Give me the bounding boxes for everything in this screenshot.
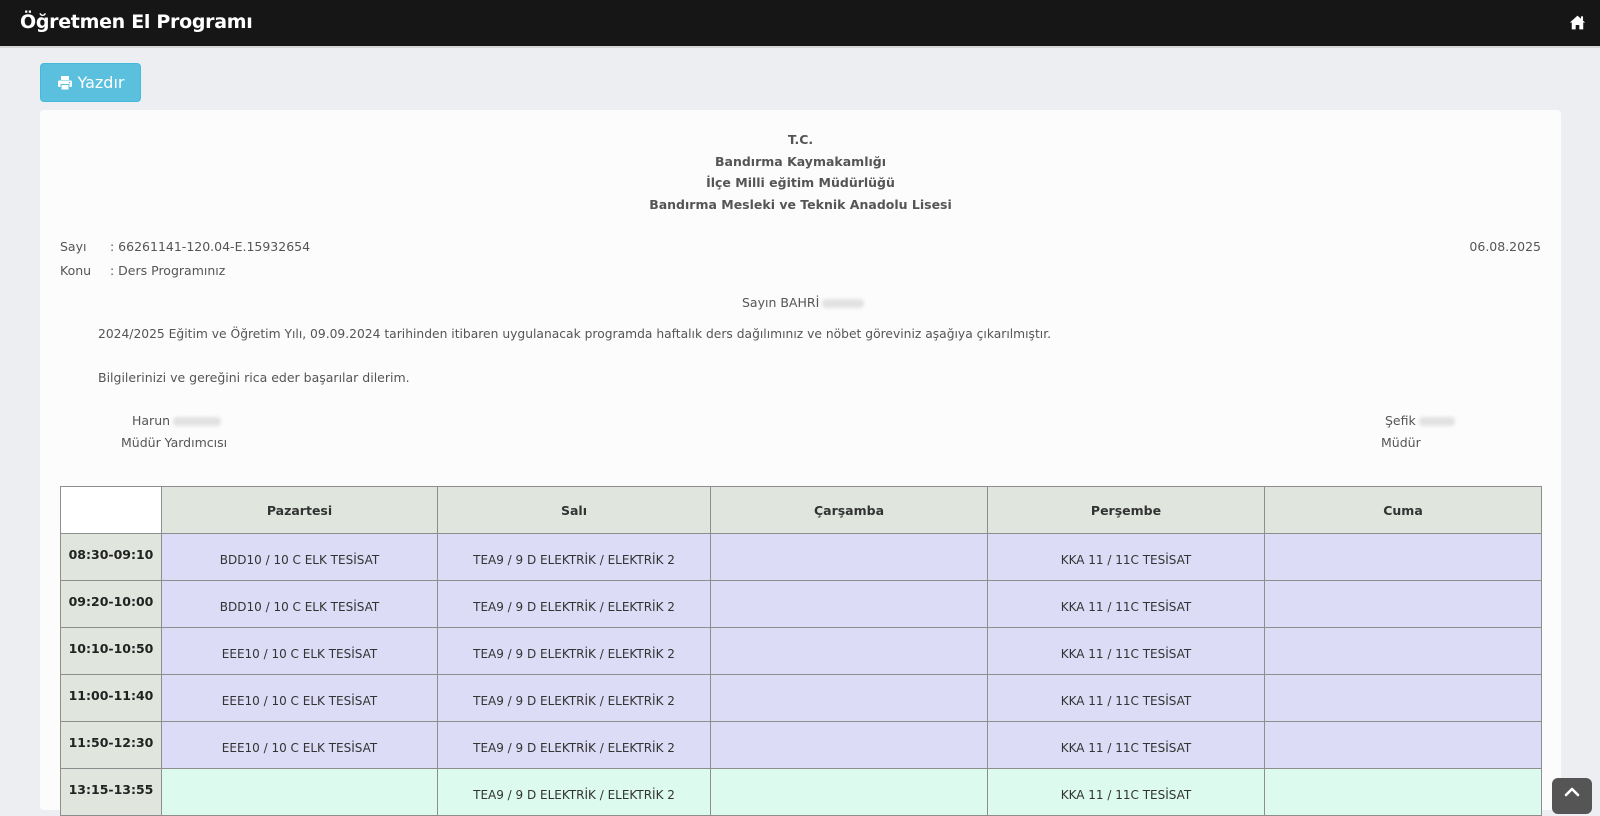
time-slot: 11:50-12:30 [60,721,162,769]
heading-line-2: Bandırma Kaymakamlığı [715,154,886,169]
home-icon[interactable] [1569,14,1586,31]
konu-label: Konu [60,263,92,278]
lesson-cell: KKA 11 / 11C TESİSAT [987,768,1265,816]
print-icon [57,75,72,90]
day-header: Çarşamba [710,486,988,534]
lesson-cell [1264,674,1542,722]
schedule-row: 08:30-09:10 BDD10 / 10 C ELK TESİSAT TEA… [60,533,1542,581]
lesson-cell [1264,627,1542,675]
signer-right-name: Şefik [1385,413,1455,428]
lesson-cell: EEE10 / 10 C ELK TESİSAT [161,627,438,675]
lesson-cell [710,580,988,628]
lesson-cell [1264,533,1542,581]
heading-line-1: T.C. [787,132,814,147]
print-button-label: Yazdır [77,73,125,92]
schedule-row: 09:20-10:00 BDD10 / 10 C ELK TESİSAT TEA… [60,580,1542,628]
redacted-surname [1418,417,1455,426]
lesson-cell [710,768,988,816]
chevron-up-icon [1564,787,1580,797]
lesson-cell: EEE10 / 10 C ELK TESİSAT [161,721,438,769]
lesson-cell [1264,768,1542,816]
top-navbar: Öğretmen El Programı [0,0,1600,48]
time-slot: 13:15-13:55 [60,768,162,816]
heading-line-3: İlçe Milli eğitim Müdürlüğü [706,175,895,190]
signer-right-name-text: Şefik [1385,413,1416,428]
day-header: Pazartesi [161,486,438,534]
schedule-row: 11:00-11:40 EEE10 / 10 C ELK TESİSAT TEA… [60,674,1542,722]
letter-date: 06.08.2025 [1469,239,1541,254]
time-slot: 10:10-10:50 [60,627,162,675]
corner-cell [60,486,162,534]
lesson-cell: TEA9 / 9 D ELEKTRİK / ELEKTRİK 2 [437,721,711,769]
day-header: Perşembe [987,486,1265,534]
time-slot: 08:30-09:10 [60,533,162,581]
schedule-row: 13:15-13:55 TEA9 / 9 D ELEKTRİK / ELEKTR… [60,768,1542,816]
lesson-cell [710,674,988,722]
time-slot: 11:00-11:40 [60,674,162,722]
lesson-cell: TEA9 / 9 D ELEKTRİK / ELEKTRİK 2 [437,580,711,628]
lesson-cell [1264,580,1542,628]
day-header: Cuma [1264,486,1542,534]
lesson-cell [1264,721,1542,769]
lesson-cell: KKA 11 / 11C TESİSAT [987,721,1265,769]
scroll-to-top-button[interactable] [1552,778,1592,814]
lesson-cell [161,768,438,816]
lesson-cell: KKA 11 / 11C TESİSAT [987,533,1265,581]
lesson-cell [710,533,988,581]
print-button[interactable]: Yazdır [40,63,141,102]
day-header: Salı [437,486,711,534]
redacted-name [822,299,865,308]
sayi-row: Sayı : 66261141-120.04-E.15932654 [60,239,310,254]
heading-line-4: Bandırma Mesleki ve Teknik Anadolu Lises… [649,197,952,212]
lesson-cell: TEA9 / 9 D ELEKTRİK / ELEKTRİK 2 [437,533,711,581]
lesson-cell: KKA 11 / 11C TESİSAT [987,674,1265,722]
body-paragraph-1: 2024/2025 Eğitim ve Öğretim Yılı, 09.09.… [98,327,1052,341]
sayi-label: Sayı [60,239,87,254]
konu-row: Konu : Ders Programınız [60,263,225,278]
schedule-header-row: Pazartesi Salı Çarşamba Perşembe Cuma [60,486,1542,534]
lesson-cell: TEA9 / 9 D ELEKTRİK / ELEKTRİK 2 [437,627,711,675]
signer-left-title: Müdür Yardımcısı [121,435,228,450]
body-paragraph-2: Bilgilerinizi ve gereğini rica eder başa… [98,370,410,385]
redacted-surname [173,417,222,426]
salutation-text: Sayın BAHRİ [742,295,820,310]
letter-card: T.C. Bandırma Kaymakamlığı İlçe Milli eğ… [40,110,1561,816]
sayi-value: : 66261141-120.04-E.15932654 [110,239,311,254]
signer-right-title: Müdür [1381,435,1421,450]
lesson-cell [710,627,988,675]
time-slot: 09:20-10:00 [60,580,162,628]
schedule-row: 11:50-12:30 EEE10 / 10 C ELK TESİSAT TEA… [60,721,1542,769]
schedule-row: 10:10-10:50 EEE10 / 10 C ELK TESİSAT TEA… [60,627,1542,675]
konu-value: : Ders Programınız [110,263,226,278]
lesson-cell: KKA 11 / 11C TESİSAT [987,580,1265,628]
lesson-cell: EEE10 / 10 C ELK TESİSAT [161,674,438,722]
lesson-cell: KKA 11 / 11C TESİSAT [987,627,1265,675]
lesson-cell: TEA9 / 9 D ELEKTRİK / ELEKTRİK 2 [437,674,711,722]
salutation: Sayın BAHRİ [742,295,865,310]
schedule-table: Pazartesi Salı Çarşamba Perşembe Cuma 08… [60,486,1542,816]
signer-left-name: Harun [132,413,222,428]
lesson-cell: TEA9 / 9 D ELEKTRİK / ELEKTRİK 2 [437,768,711,816]
signer-left-name-text: Harun [132,413,171,428]
app-title: Öğretmen El Programı [20,11,253,33]
lesson-cell: BDD10 / 10 C ELK TESİSAT [161,533,438,581]
lesson-cell: BDD10 / 10 C ELK TESİSAT [161,580,438,628]
lesson-cell [710,721,988,769]
